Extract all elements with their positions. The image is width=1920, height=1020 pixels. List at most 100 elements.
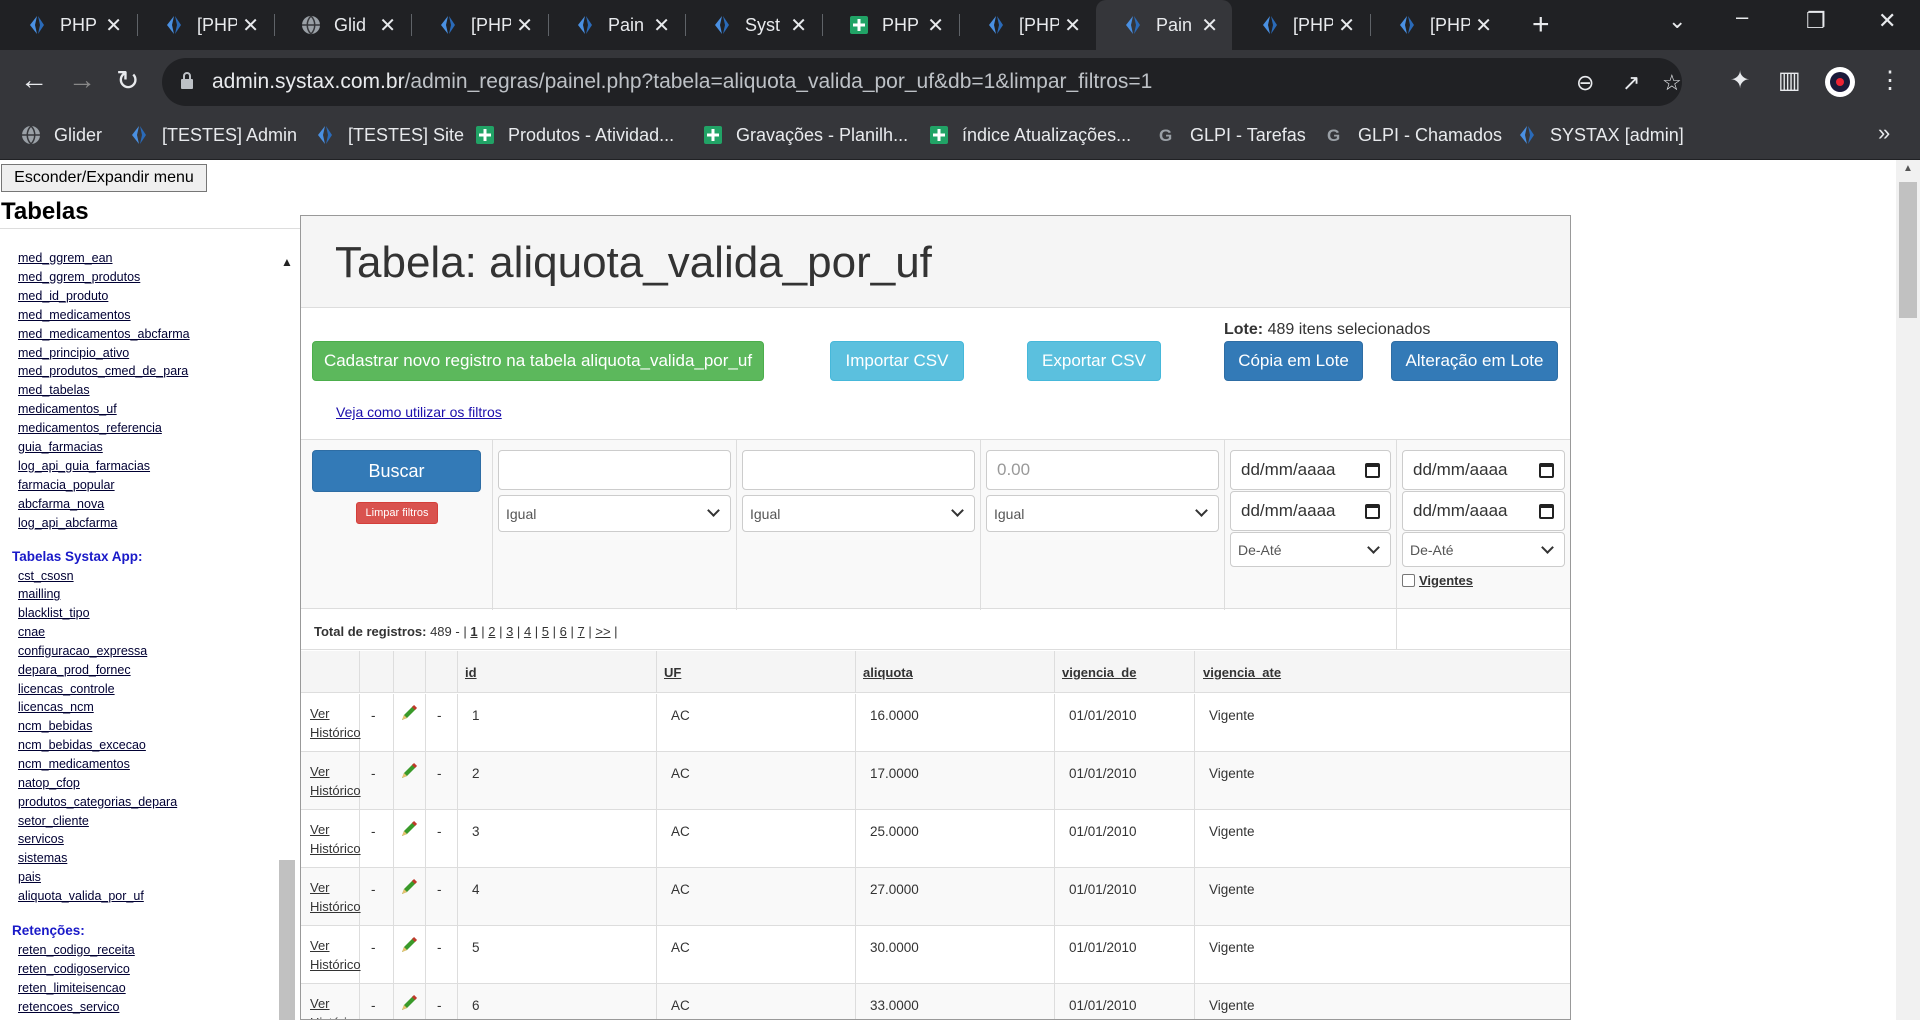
close-icon[interactable]: ✕	[516, 13, 533, 38]
close-icon[interactable]: ✕	[1201, 13, 1218, 38]
column-header-uf[interactable]: UF	[664, 665, 681, 680]
filters-help-link[interactable]: Veja como utilizar os filtros	[336, 404, 502, 420]
sidebar-link[interactable]: setor_cliente	[18, 814, 89, 828]
sidebar-scroll-thumb[interactable]	[279, 860, 295, 1020]
share-icon[interactable]: ↗	[1622, 70, 1640, 96]
sidebar-scrollbar[interactable]: ▲	[278, 255, 296, 1020]
filter-id-operator[interactable]: Igual	[498, 495, 731, 532]
restore-icon[interactable]: ❐	[1806, 8, 1826, 34]
page-link[interactable]: 1	[470, 624, 477, 639]
page-scrollbar[interactable]: ▲	[1896, 160, 1920, 1020]
sidebar-link[interactable]: abcfarma_nova	[18, 497, 104, 511]
column-header-id[interactable]: id	[465, 665, 477, 680]
close-icon[interactable]: ✕	[379, 13, 396, 38]
close-icon[interactable]: ✕	[1064, 13, 1081, 38]
close-icon[interactable]: ✕	[1475, 13, 1492, 38]
sidebar-link[interactable]: medicamentos_referencia	[18, 421, 162, 435]
zoom-icon[interactable]: ⊖	[1576, 70, 1594, 96]
close-icon[interactable]: ✕	[1338, 13, 1355, 38]
column-header-vigencia-de[interactable]: vigencia_de	[1062, 665, 1136, 680]
delete-action[interactable]: -	[371, 882, 376, 897]
bookmark-item[interactable]: Gravações - Planilh...	[702, 124, 908, 146]
bookmark-item[interactable]: G GLPI - Chamados	[1324, 124, 1502, 146]
close-icon[interactable]: ✕	[790, 13, 807, 38]
browser-tab[interactable]: PHP ✕	[0, 0, 136, 50]
column-header-vigencia-ate[interactable]: vigencia_ate	[1203, 665, 1281, 680]
sidebar-link[interactable]: depara_prod_fornec	[18, 663, 131, 677]
sidebar-link[interactable]: aliquota_valida_por_uf	[18, 889, 144, 903]
page-link[interactable]: 3	[506, 624, 513, 639]
browser-tab[interactable]: Glid ✕	[274, 0, 410, 50]
sidebar-link[interactable]: reten_codigo_receita	[18, 943, 135, 957]
sidebar-link[interactable]: guia_farmacias	[18, 440, 103, 454]
copy-action[interactable]: -	[437, 766, 442, 781]
filter-aliquota-operator[interactable]: Igual	[986, 495, 1219, 532]
bookmark-item[interactable]: Produtos - Atividad...	[474, 124, 674, 146]
delete-action[interactable]: -	[371, 940, 376, 955]
close-icon[interactable]: ✕	[242, 13, 259, 38]
sidebar-link[interactable]: reten_limiteisencao	[18, 981, 126, 995]
sidebar-link[interactable]: mailling	[18, 587, 60, 601]
sidebar-link[interactable]: log_api_guia_farmacias	[18, 459, 150, 473]
reload-icon[interactable]: ↻	[116, 64, 139, 97]
sidebar-link[interactable]: ncm_bebidas_excecao	[18, 738, 146, 752]
forward-icon[interactable]: →	[68, 64, 96, 96]
close-icon[interactable]: ✕	[653, 13, 670, 38]
calendar-icon[interactable]	[1365, 504, 1380, 519]
back-icon[interactable]: ←	[20, 64, 48, 96]
sidebar-link[interactable]: configuracao_expressa	[18, 644, 147, 658]
sidebar-link[interactable]: cst_csosn	[18, 569, 74, 583]
view-history-link[interactable]: Ver Histórico	[310, 936, 361, 974]
filter-vigencia-de-start[interactable]: dd/mm/aaaa	[1230, 450, 1391, 490]
copy-action[interactable]: -	[437, 824, 442, 839]
bookmark-item[interactable]: índice Atualizações...	[928, 124, 1131, 146]
browser-tab[interactable]: [PHP ✕	[1370, 0, 1506, 50]
tab-search-icon[interactable]: ⌄	[1668, 8, 1686, 34]
batch-copy-button[interactable]: Cópia em Lote	[1224, 341, 1363, 381]
sidebar-link[interactable]: medicamentos_uf	[18, 402, 117, 416]
side-panel-icon[interactable]: ▥	[1778, 66, 1801, 95]
page-link[interactable]: 2	[488, 624, 495, 639]
import-csv-button[interactable]: Importar CSV	[830, 341, 964, 381]
filter-vigencia-de-end[interactable]: dd/mm/aaaa	[1230, 491, 1391, 531]
bookmarks-more-icon[interactable]: »	[1878, 120, 1890, 146]
new-tab-button[interactable]: +	[1532, 8, 1550, 42]
sidebar-link[interactable]: log_api_abcfarma	[18, 516, 117, 530]
view-history-link[interactable]: Ver Histórico	[310, 704, 361, 742]
sidebar-link[interactable]: med_produtos_cmed_de_para	[18, 364, 188, 378]
browser-tab[interactable]: [PHP ✕	[1233, 0, 1369, 50]
view-history-link[interactable]: Ver Histórico	[310, 994, 361, 1019]
menu-kebab-icon[interactable]: ⋮	[1878, 66, 1902, 95]
sidebar-link[interactable]: pais	[18, 870, 41, 884]
sidebar-link[interactable]: licencas_controle	[18, 682, 115, 696]
page-link[interactable]: 6	[560, 624, 567, 639]
sidebar-link[interactable]: reten_codigoservico	[18, 962, 130, 976]
edit-pencil-icon[interactable]	[399, 993, 419, 1013]
page-link[interactable]: 5	[542, 624, 549, 639]
copy-action[interactable]: -	[437, 882, 442, 897]
copy-action[interactable]: -	[437, 708, 442, 723]
browser-tab[interactable]: PHP ✕	[822, 0, 958, 50]
close-icon[interactable]: ✕	[105, 13, 122, 38]
scroll-up-icon[interactable]: ▲	[281, 255, 293, 269]
delete-action[interactable]: -	[371, 708, 376, 723]
column-header-aliquota[interactable]: aliquota	[863, 665, 913, 680]
bookmark-item[interactable]: [TESTES] Admin	[128, 124, 297, 146]
page-scroll-thumb[interactable]	[1899, 182, 1917, 318]
edit-pencil-icon[interactable]	[399, 819, 419, 839]
profile-avatar[interactable]	[1824, 66, 1856, 98]
bookmark-item[interactable]: Glider	[20, 124, 102, 146]
clear-filters-button[interactable]: Limpar filtros	[356, 502, 438, 524]
filter-vigencia-ate-start[interactable]: dd/mm/aaaa	[1402, 450, 1565, 490]
sidebar-link[interactable]: ncm_medicamentos	[18, 757, 130, 771]
new-record-button[interactable]: Cadastrar novo registro na tabela aliquo…	[312, 341, 764, 381]
close-icon[interactable]: ✕	[927, 13, 944, 38]
edit-pencil-icon[interactable]	[399, 877, 419, 897]
page-link[interactable]: 4	[524, 624, 531, 639]
sidebar-link[interactable]: sistemas	[18, 851, 67, 865]
browser-tab[interactable]: [PHP ✕	[411, 0, 547, 50]
bookmark-item[interactable]: [TESTES] Site	[314, 124, 464, 146]
copy-action[interactable]: -	[437, 940, 442, 955]
checkbox[interactable]	[1402, 574, 1415, 587]
sidebar-link[interactable]: blacklist_tipo	[18, 606, 90, 620]
